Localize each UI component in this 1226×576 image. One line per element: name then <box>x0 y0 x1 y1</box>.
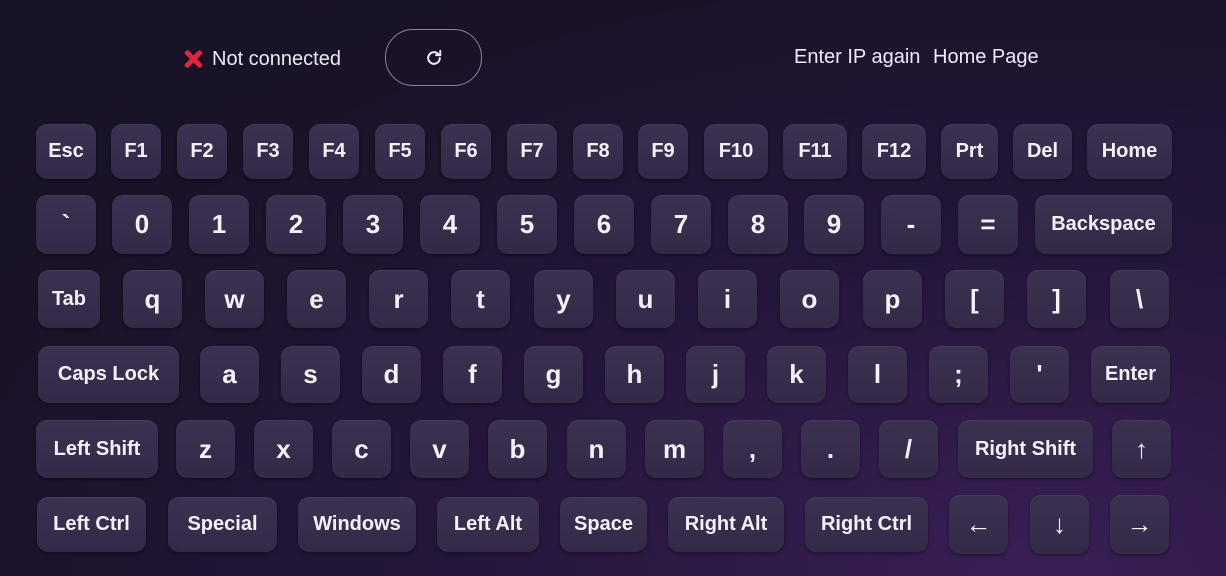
key-del[interactable]: Del <box>1013 124 1072 179</box>
key-j[interactable]: j <box>686 346 745 403</box>
enter-ip-again-link[interactable]: Enter IP again <box>794 46 920 69</box>
key-p[interactable]: p <box>863 270 922 328</box>
key-right-ctrl[interactable]: Right Ctrl <box>805 497 928 552</box>
key-2[interactable]: 2 <box>266 195 326 254</box>
key-t[interactable]: t <box>451 270 510 328</box>
key-windows[interactable]: Windows <box>298 497 416 552</box>
key-0[interactable]: 0 <box>112 195 172 254</box>
key-arrow-right[interactable]: → <box>1110 495 1169 554</box>
key-f11[interactable]: F11 <box>783 124 847 179</box>
key-tab[interactable]: Tab <box>38 270 100 328</box>
home-page-link[interactable]: Home Page <box>933 46 1039 69</box>
key-l[interactable]: l <box>848 346 907 403</box>
key-a[interactable]: a <box>200 346 259 403</box>
key-left-ctrl[interactable]: Left Ctrl <box>37 497 146 552</box>
key-x[interactable]: x <box>254 420 313 478</box>
key-d[interactable]: d <box>362 346 421 403</box>
key-u[interactable]: u <box>616 270 675 328</box>
key-f2[interactable]: F2 <box>177 124 227 179</box>
key-caps-lock[interactable]: Caps Lock <box>38 346 179 403</box>
key-q[interactable]: q <box>123 270 182 328</box>
key-special[interactable]: Special <box>168 497 277 552</box>
key-minus[interactable]: - <box>881 195 941 254</box>
key-backspace[interactable]: Backspace <box>1035 195 1172 254</box>
key-8[interactable]: 8 <box>728 195 788 254</box>
key-f10[interactable]: F10 <box>704 124 768 179</box>
key-w[interactable]: w <box>205 270 264 328</box>
key-right-bracket[interactable]: ] <box>1027 270 1086 328</box>
key-k[interactable]: k <box>767 346 826 403</box>
key-g[interactable]: g <box>524 346 583 403</box>
key-f12[interactable]: F12 <box>862 124 926 179</box>
key-arrow-left[interactable]: ← <box>949 495 1008 554</box>
key-c[interactable]: c <box>332 420 391 478</box>
key-m[interactable]: m <box>645 420 704 478</box>
key-f8[interactable]: F8 <box>573 124 623 179</box>
key-h[interactable]: h <box>605 346 664 403</box>
key-comma[interactable]: , <box>723 420 782 478</box>
key-backtick[interactable]: ` <box>36 195 96 254</box>
key-b[interactable]: b <box>488 420 547 478</box>
key-5[interactable]: 5 <box>497 195 557 254</box>
key-n[interactable]: n <box>567 420 626 478</box>
key-6[interactable]: 6 <box>574 195 634 254</box>
key-f1[interactable]: F1 <box>111 124 161 179</box>
key-y[interactable]: y <box>534 270 593 328</box>
key-4[interactable]: 4 <box>420 195 480 254</box>
key-backslash[interactable]: \ <box>1110 270 1169 328</box>
key-equals[interactable]: = <box>958 195 1018 254</box>
key-7[interactable]: 7 <box>651 195 711 254</box>
connection-status: Not connected <box>182 46 341 72</box>
key-f3[interactable]: F3 <box>243 124 293 179</box>
key-3[interactable]: 3 <box>343 195 403 254</box>
key-quote[interactable]: ' <box>1010 346 1069 403</box>
key-f[interactable]: f <box>443 346 502 403</box>
refresh-button[interactable] <box>385 29 482 86</box>
connection-status-text: Not connected <box>212 47 341 70</box>
key-1[interactable]: 1 <box>189 195 249 254</box>
key-f4[interactable]: F4 <box>309 124 359 179</box>
key-f6[interactable]: F6 <box>441 124 491 179</box>
key-left-shift[interactable]: Left Shift <box>36 420 158 478</box>
key-right-alt[interactable]: Right Alt <box>668 497 784 552</box>
key-f9[interactable]: F9 <box>638 124 688 179</box>
key-f7[interactable]: F7 <box>507 124 557 179</box>
key-i[interactable]: i <box>698 270 757 328</box>
key-left-alt[interactable]: Left Alt <box>437 497 539 552</box>
key-left-bracket[interactable]: [ <box>945 270 1004 328</box>
key-right-shift[interactable]: Right Shift <box>958 420 1093 478</box>
key-home[interactable]: Home <box>1087 124 1172 179</box>
key-prt[interactable]: Prt <box>941 124 998 179</box>
key-s[interactable]: s <box>281 346 340 403</box>
key-f5[interactable]: F5 <box>375 124 425 179</box>
key-arrow-down[interactable]: ↓ <box>1030 495 1089 554</box>
key-period[interactable]: . <box>801 420 860 478</box>
top-bar: Not connected Enter IP again Home Page <box>0 0 1226 118</box>
refresh-icon <box>426 49 441 65</box>
key-9[interactable]: 9 <box>804 195 864 254</box>
key-space[interactable]: Space <box>560 497 647 552</box>
key-semicolon[interactable]: ; <box>929 346 988 403</box>
key-enter[interactable]: Enter <box>1091 346 1170 403</box>
key-r[interactable]: r <box>369 270 428 328</box>
key-z[interactable]: z <box>176 420 235 478</box>
key-v[interactable]: v <box>410 420 469 478</box>
key-arrow-up[interactable]: ↑ <box>1112 420 1171 478</box>
key-slash[interactable]: / <box>879 420 938 478</box>
key-e[interactable]: e <box>287 270 346 328</box>
x-icon <box>182 48 204 70</box>
key-o[interactable]: o <box>780 270 839 328</box>
key-esc[interactable]: Esc <box>36 124 96 179</box>
